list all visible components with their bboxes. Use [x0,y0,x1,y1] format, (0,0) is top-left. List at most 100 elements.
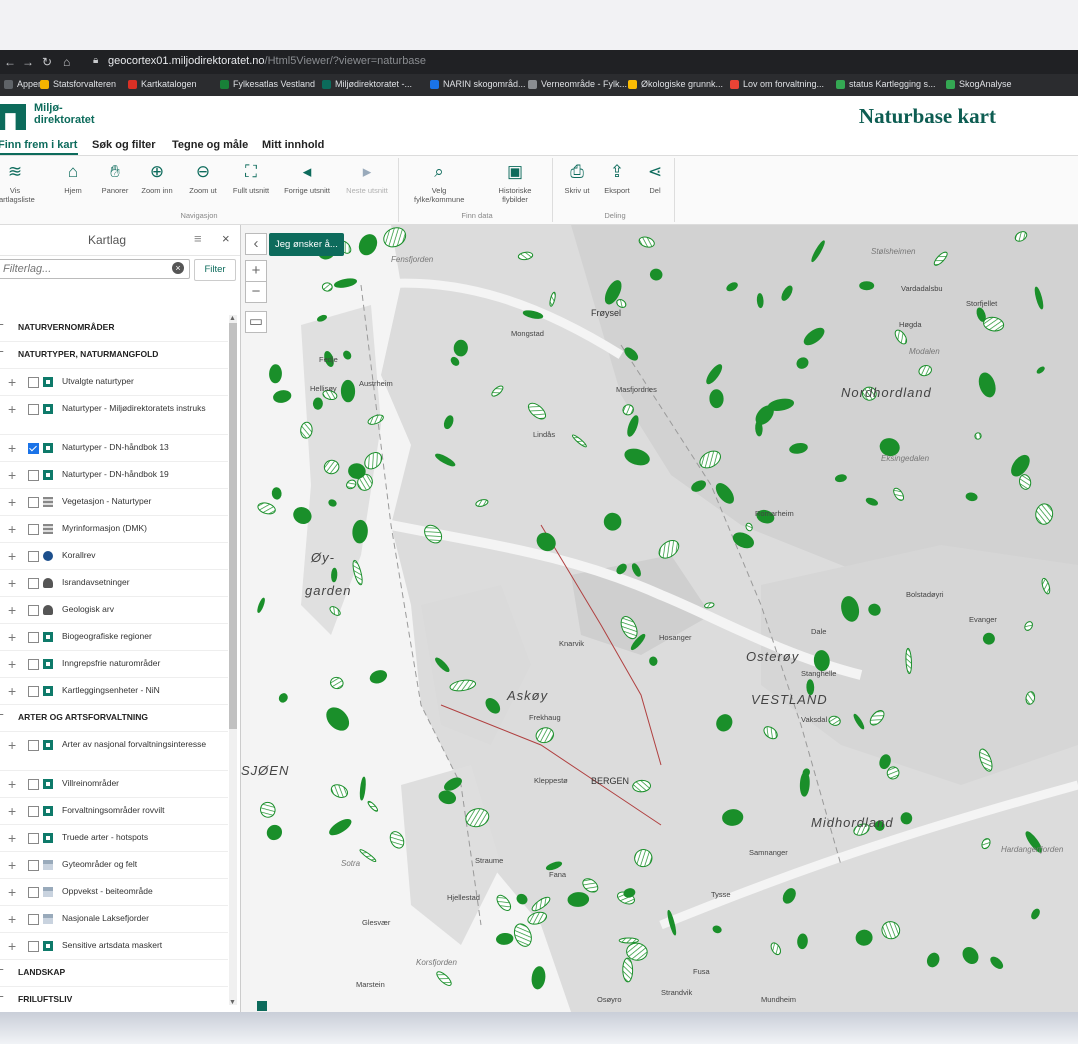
tab-mitt-innhold[interactable]: Mitt innhold [262,139,324,151]
expand-icon[interactable]: + [8,938,16,954]
bookmark-item[interactable]: SkogAnalyse [946,79,1012,89]
expand-icon[interactable]: + [8,830,16,846]
layer-checkbox[interactable] [28,551,39,562]
zoom-out-button[interactable]: ⊖ Zoom ut [178,162,228,195]
expand-icon[interactable]: + [8,467,16,483]
expand-icon[interactable]: + [8,737,16,753]
habitat-polygon[interactable] [900,812,913,825]
layer-row[interactable]: + Geologisk arv [0,597,228,624]
layer-row[interactable]: + Villreinområder [0,771,228,798]
select-county-button[interactable]: ⌕ Velg fylke/kommune [414,162,464,204]
habitat-polygon[interactable] [321,282,333,292]
tab-sok-og-filter[interactable]: Søk og filter [92,139,156,151]
next-extent-button[interactable]: ▸ Neste utsnitt [342,162,392,195]
layer-row[interactable]: + Korallrev [0,543,228,570]
forward-icon[interactable]: → [22,55,34,69]
menu-icon[interactable]: ≡ [194,231,202,246]
habitat-polygon[interactable] [756,293,764,309]
clear-filter-icon[interactable]: × [172,262,184,274]
layer-checkbox[interactable] [28,443,39,454]
layer-row[interactable]: + Oppvekst - beiteområde [0,879,228,906]
expand-icon[interactable]: + [8,803,16,819]
bookmark-item[interactable]: Apper [4,79,41,89]
expand-icon[interactable]: + [8,602,16,618]
expand-icon[interactable]: + [8,521,16,537]
bookmark-item[interactable]: Kartkatalogen [128,79,197,89]
layer-checkbox[interactable] [28,470,39,481]
scroll-down-icon[interactable]: ▼ [229,999,236,1006]
map-zoom-out-icon[interactable]: − [245,281,267,303]
habitat-polygon[interactable] [622,957,634,983]
layer-row[interactable]: + Forvaltningsområder rovvilt [0,798,228,825]
layer-row[interactable]: + Kartleggingsenheter - NiN [0,678,228,705]
expand-icon[interactable]: + [8,884,16,900]
close-icon[interactable]: × [222,231,230,246]
map-zoom-in-icon[interactable]: + [245,260,267,282]
bookmark-item[interactable]: Økologiske grunnk... [628,79,723,89]
layer-row[interactable]: + Naturtyper - DN-håndbok 13 [0,435,228,462]
layer-row[interactable]: + Sensitive artsdata maskert [0,933,228,960]
habitat-polygon[interactable] [312,397,323,410]
habitat-polygon[interactable] [859,281,875,291]
scroll-up-icon[interactable]: ▲ [229,315,236,322]
layer-row[interactable]: + Truede arter - hotspots [0,825,228,852]
layer-checkbox[interactable] [28,914,39,925]
layer-list-button[interactable]: ≋ Vis kartlagsliste [0,162,40,204]
zoom-in-button[interactable]: ⊕ Zoom inn [132,162,182,195]
expand-icon[interactable]: + [8,440,16,456]
layer-row[interactable]: + Inngrepsfrie naturområder [0,651,228,678]
expand-icon[interactable]: + [8,548,16,564]
layer-row[interactable]: + Arter av nasjonal forvaltningsinteresse [0,732,228,771]
bookmark-item[interactable]: Lov om forvaltning... [730,79,824,89]
layer-checkbox[interactable] [28,740,39,751]
layer-checkbox[interactable] [28,806,39,817]
bookmark-item[interactable]: Statsforvalteren [40,79,116,89]
bookmark-item[interactable]: Miljødirektoratet -... [322,79,412,89]
home-icon[interactable]: ⌂ [63,55,70,69]
expand-icon[interactable]: + [8,776,16,792]
habitat-polygon[interactable] [709,389,724,409]
bookmark-item[interactable]: NARIN skogområd... [430,79,526,89]
back-icon[interactable]: ← [4,55,16,69]
layer-checkbox[interactable] [28,632,39,643]
layer-checkbox[interactable] [28,833,39,844]
expand-icon[interactable]: + [8,857,16,873]
tab-tegne-og-male[interactable]: Tegne og måle [172,139,248,151]
map-legend-icon[interactable]: ▭ [245,311,267,333]
habitat-polygon[interactable] [271,487,282,500]
layer-checkbox[interactable] [28,605,39,616]
habitat-polygon[interactable] [618,937,639,944]
layer-group-header[interactable]: – NATURTYPER, NATURMANGFOLD [0,342,228,369]
layer-group-header[interactable]: – LANDSKAP [0,960,228,987]
collapse-icon[interactable]: – [0,964,4,975]
layer-group-header[interactable]: – ARTER OG ARTSFORVALTNING [0,705,228,732]
layer-row[interactable]: + Naturtyper - DN-håndbok 19 [0,462,228,489]
jeg-onsker-button[interactable]: Jeg ønsker å... [269,233,344,256]
layer-checkbox[interactable] [28,497,39,508]
layer-checkbox[interactable] [28,524,39,535]
layer-row[interactable]: + Gyteområder og felt [0,852,228,879]
url-text[interactable]: geocortex01.miljodirektoratet.no/Html5Vi… [108,55,426,67]
layer-row[interactable]: + Vegetasjon - Naturtyper [0,489,228,516]
collapse-icon[interactable]: – [0,709,4,720]
expand-icon[interactable]: + [8,683,16,699]
layer-checkbox[interactable] [28,686,39,697]
reload-icon[interactable]: ↻ [42,55,52,69]
layer-checkbox[interactable] [28,860,39,871]
layer-row[interactable]: + Nasjonale Laksefjorder [0,906,228,933]
layer-group-header[interactable]: – NATURVERNOMRÅDER [0,315,228,342]
layer-row[interactable]: + Utvalgte naturtyper [0,369,228,396]
bookmark-item[interactable]: Fylkesatlas Vestland [220,79,315,89]
expand-icon[interactable]: + [8,575,16,591]
expand-icon[interactable]: + [8,911,16,927]
filter-button[interactable]: Filter [194,259,236,281]
layer-checkbox[interactable] [28,578,39,589]
habitat-polygon[interactable] [453,339,468,357]
bookmark-item[interactable]: status Kartlegging s... [836,79,936,89]
habitat-polygon[interactable] [340,379,356,403]
layer-checkbox[interactable] [28,887,39,898]
layer-row[interactable]: + Biogeografiske regioner [0,624,228,651]
previous-extent-button[interactable]: ◂ Forrige utsnitt [282,162,332,195]
expand-icon[interactable]: + [8,494,16,510]
tab-finn-frem[interactable]: Finn frem i kart [0,139,77,151]
